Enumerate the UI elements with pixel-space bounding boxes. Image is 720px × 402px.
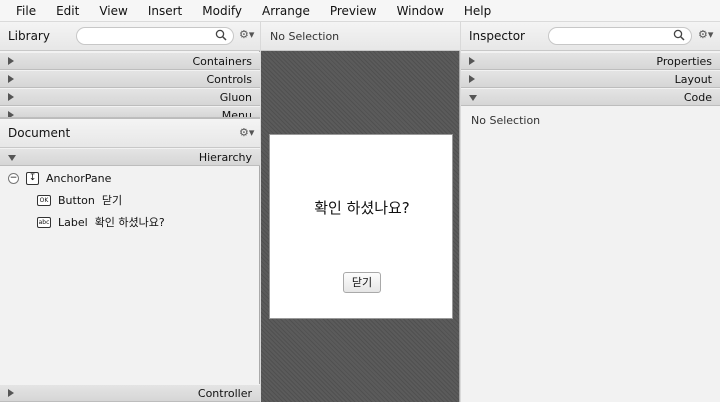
anchorpane-icon: ↧ (26, 171, 39, 185)
inspector-panel: Inspector ⚙▾ Properties Layout Code No S… (461, 22, 720, 402)
tree-item-label-node[interactable]: abc Label 확인 하셨나요? (37, 212, 165, 232)
expanded-triangle-icon (8, 155, 16, 161)
content-header: No Selection (261, 22, 460, 51)
collapsed-triangle-icon (8, 57, 14, 65)
menu-arrange[interactable]: Arrange (252, 0, 320, 22)
collapsed-triangle-icon (8, 389, 14, 397)
library-section-controls[interactable]: Controls (0, 70, 260, 88)
collapsed-triangle-icon (8, 111, 14, 117)
button-ok-icon: OK (37, 194, 51, 206)
section-label: Code (683, 91, 712, 104)
inspector-section-code[interactable]: Code (461, 88, 720, 106)
section-label: Menu (221, 109, 252, 118)
collapsed-triangle-icon (8, 75, 14, 83)
library-search-input[interactable] (76, 27, 234, 45)
menu-insert[interactable]: Insert (138, 0, 192, 22)
menu-modify[interactable]: Modify (192, 0, 252, 22)
inspector-section-properties[interactable]: Properties (461, 52, 720, 70)
tree-item-button[interactable]: OK Button 닫기 (37, 190, 122, 210)
controller-section[interactable]: Controller (0, 384, 260, 402)
tree-item-anchorpane[interactable]: − ↧ AnchorPane (8, 168, 111, 188)
tree-item-label: AnchorPane (46, 171, 112, 185)
inspector-header: Inspector ⚙▾ (461, 22, 720, 51)
inspector-search-input[interactable] (548, 27, 692, 45)
menu-edit[interactable]: Edit (46, 0, 89, 22)
section-label: Gluon (219, 91, 252, 104)
label-abc-icon: abc (37, 216, 51, 228)
section-label: Hierarchy (198, 151, 252, 164)
inspector-section-layout[interactable]: Layout (461, 70, 720, 88)
library-title: Library (8, 29, 50, 43)
library-section-gluon[interactable]: Gluon (0, 88, 260, 106)
search-icon (215, 29, 227, 41)
tree-item-type: Button (58, 193, 95, 207)
collapse-minus-icon[interactable]: − (8, 172, 19, 184)
library-section-containers[interactable]: Containers (0, 52, 260, 70)
library-gear-icon[interactable]: ⚙▾ (239, 28, 254, 41)
inspector-selection-status: No Selection (471, 114, 541, 127)
document-title: Document (8, 126, 71, 140)
preview-close-button[interactable]: 닫기 (343, 272, 381, 293)
menu-file[interactable]: File (6, 0, 46, 22)
tree-item-text: 닫기 (101, 194, 123, 207)
collapsed-triangle-icon (469, 57, 475, 65)
left-panel: Library ⚙▾ Containers Controls Gluon Men… (0, 22, 260, 402)
menu-bar: File Edit View Insert Modify Arrange Pre… (0, 0, 720, 22)
search-icon (673, 29, 685, 41)
section-label: Properties (656, 55, 712, 68)
menu-view[interactable]: View (89, 0, 137, 22)
collapsed-triangle-icon (469, 75, 475, 83)
tree-item-type: Label (58, 215, 88, 229)
hierarchy-section[interactable]: Hierarchy (0, 148, 260, 166)
inspector-title: Inspector (469, 29, 525, 43)
section-label: Containers (192, 55, 253, 68)
expanded-triangle-icon (469, 95, 477, 101)
menu-preview[interactable]: Preview (320, 0, 387, 22)
section-label: Layout (674, 73, 712, 86)
preview-label[interactable]: 확인 하셨나요? (270, 197, 454, 218)
collapsed-triangle-icon (8, 93, 14, 101)
section-label: Controller (197, 387, 252, 400)
library-section-menu[interactable]: Menu (0, 106, 260, 118)
document-header: Document ⚙▾ (0, 118, 260, 148)
menu-window[interactable]: Window (387, 0, 454, 22)
section-label: Controls (206, 73, 253, 86)
tree-item-text: 확인 하셨나요? (94, 216, 165, 229)
document-gear-icon[interactable]: ⚙▾ (239, 126, 254, 139)
content-panel: No Selection 확인 하셨나요? 닫기 (261, 22, 460, 402)
anchorpane-preview[interactable]: 확인 하셨나요? 닫기 (269, 134, 453, 319)
content-selection-status: No Selection (270, 29, 340, 43)
menu-help[interactable]: Help (454, 0, 501, 22)
library-header: Library ⚙▾ (0, 22, 260, 51)
inspector-gear-icon[interactable]: ⚙▾ (698, 28, 713, 41)
